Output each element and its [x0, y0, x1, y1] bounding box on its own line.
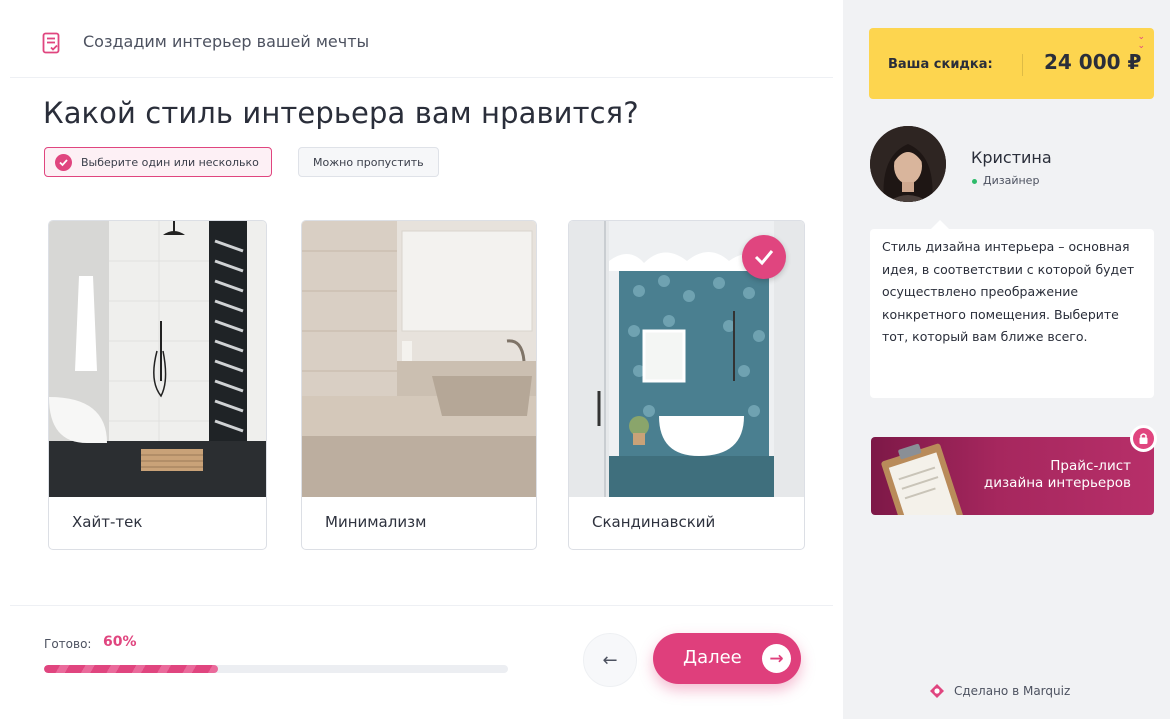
- discount-value: 24 000 ₽: [1044, 50, 1142, 74]
- arrow-left-icon: ←: [602, 649, 618, 671]
- consultant-message: Стиль дизайна интерьера – основная идея,…: [870, 220, 1154, 398]
- lock-icon: [1130, 425, 1157, 452]
- consultant-role: Дизайнер: [983, 174, 1040, 187]
- arrow-right-icon: →: [762, 644, 791, 673]
- pricelist-banner[interactable]: Прайс-лист дизайна интерьеров: [871, 437, 1154, 515]
- checklist-icon: [42, 32, 60, 54]
- speech-bubble-tail: [930, 220, 950, 230]
- skip-hint: Можно пропустить: [298, 147, 439, 177]
- footer-divider: [10, 605, 833, 606]
- check-circle-icon: [55, 154, 72, 171]
- sidebar: Ваша скидка: 24 000 ₽ ⌄ ⌄ Кристина Дизайн…: [843, 0, 1170, 719]
- next-label: Далее: [683, 647, 742, 668]
- discount-divider: [1022, 54, 1023, 76]
- quiz-main: Создадим интерьер вашей мечты Какой стил…: [0, 0, 843, 719]
- option-label: Хайт-тек: [72, 513, 143, 531]
- option-card-hitech[interactable]: Хайт-тек: [48, 220, 267, 550]
- quiz-title: Создадим интерьер вашей мечты: [83, 32, 370, 51]
- progress-label: Готово:: [44, 637, 92, 651]
- clipboard-icon: [881, 443, 963, 515]
- online-status-icon: [972, 179, 977, 184]
- hint-label: Выберите один или несколько: [81, 155, 259, 169]
- next-button[interactable]: Далее →: [653, 633, 801, 684]
- pricelist-line-2: дизайна интерьеров: [983, 475, 1131, 491]
- pricelist-line-1: Прайс-лист: [1050, 458, 1131, 474]
- pricelist-title: Прайс-лист дизайна интерьеров: [984, 458, 1131, 492]
- progress-value: 60%: [103, 634, 137, 650]
- progress-fill: [44, 665, 218, 673]
- option-card-minimalism[interactable]: Минимализм: [301, 220, 537, 550]
- progress-bar: [44, 665, 508, 673]
- made-in-marquiz-link[interactable]: Сделано в Marquiz: [929, 683, 1070, 699]
- option-label: Минимализм: [325, 513, 427, 531]
- chevrons-down-icon: ⌄ ⌄: [1137, 32, 1145, 51]
- quiz-page: Создадим интерьер вашей мечты Какой стил…: [0, 0, 1170, 719]
- option-label: Скандинавский: [592, 513, 716, 531]
- selected-check-icon: [742, 235, 786, 279]
- question-title: Какой стиль интерьера вам нравится?: [43, 96, 639, 130]
- option-image-minimalism: [302, 221, 536, 497]
- discount-banner: Ваша скидка: 24 000 ₽ ⌄ ⌄: [869, 28, 1154, 99]
- marquiz-logo-icon: [930, 684, 944, 698]
- quiz-header: Создадим интерьер вашей мечты: [10, 0, 833, 78]
- option-image-hitech: [49, 221, 266, 497]
- multi-select-hint: Выберите один или несколько: [44, 147, 272, 177]
- avatar: [870, 126, 946, 202]
- back-button[interactable]: ←: [583, 633, 637, 687]
- consultant-name: Кристина: [971, 148, 1052, 167]
- message-text: Стиль дизайна интерьера – основная идея,…: [882, 239, 1135, 345]
- made-in-label: Сделано в Marquiz: [954, 684, 1071, 698]
- option-card-scandinavian[interactable]: Скандинавский: [568, 220, 805, 550]
- discount-label: Ваша скидка:: [888, 57, 993, 72]
